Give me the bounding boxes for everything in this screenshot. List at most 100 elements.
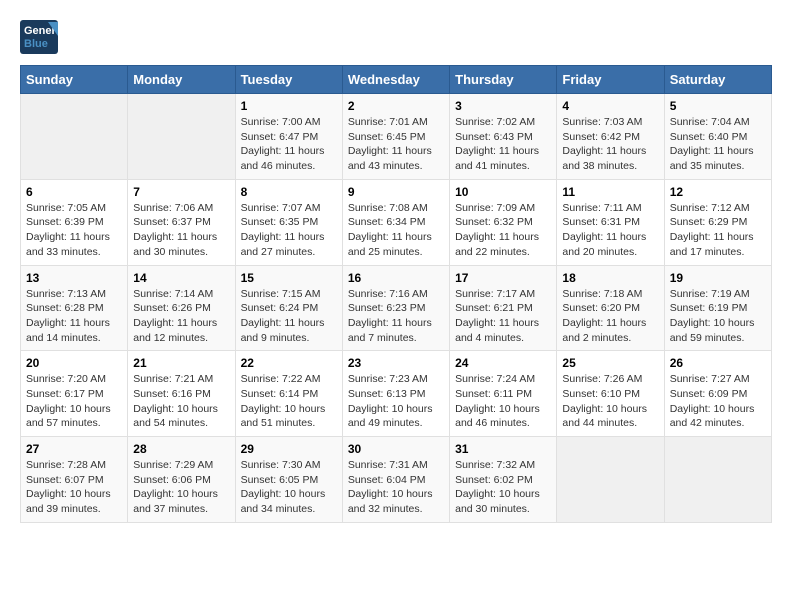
svg-text:Blue: Blue bbox=[24, 38, 48, 50]
day-info: Sunrise: 7:07 AMSunset: 6:35 PMDaylight:… bbox=[241, 201, 337, 260]
day-info: Sunrise: 7:27 AMSunset: 6:09 PMDaylight:… bbox=[670, 372, 766, 431]
day-number: 15 bbox=[241, 271, 337, 285]
day-cell: 1 Sunrise: 7:00 AMSunset: 6:47 PMDaylight… bbox=[235, 94, 342, 180]
day-cell: 2 Sunrise: 7:01 AMSunset: 6:45 PMDaylight… bbox=[342, 94, 449, 180]
column-header-tuesday: Tuesday bbox=[235, 66, 342, 94]
day-info: Sunrise: 7:30 AMSunset: 6:05 PMDaylight:… bbox=[241, 458, 337, 517]
day-number: 28 bbox=[133, 442, 229, 456]
day-number: 31 bbox=[455, 442, 551, 456]
column-header-thursday: Thursday bbox=[450, 66, 557, 94]
day-cell: 24Sunrise: 7:24 AMSunset: 6:11 PMDayligh… bbox=[450, 351, 557, 437]
day-number: 29 bbox=[241, 442, 337, 456]
day-info: Sunrise: 7:05 AMSunset: 6:39 PMDaylight:… bbox=[26, 201, 122, 260]
day-cell: 23 Sunrise: 7:23 AMSunset: 6:13 PMDayligh… bbox=[342, 351, 449, 437]
day-info: Sunrise: 7:28 AMSunset: 6:07 PMDaylight:… bbox=[26, 458, 122, 517]
day-info: Sunrise: 7:20 AMSunset: 6:17 PMDaylight:… bbox=[26, 372, 122, 431]
day-number: 13 bbox=[26, 271, 122, 285]
calendar-table: SundayMondayTuesdayWednesdayThursdayFrid… bbox=[20, 65, 772, 523]
day-info: Sunrise: 7:21 AMSunset: 6:16 PMDaylight:… bbox=[133, 372, 229, 431]
day-cell: 27 Sunrise: 7:28 AMSunset: 6:07 PMDayligh… bbox=[21, 437, 128, 523]
day-number: 25 bbox=[562, 356, 658, 370]
day-cell: 28 Sunrise: 7:29 AMSunset: 6:06 PMDayligh… bbox=[128, 437, 235, 523]
day-info: Sunrise: 7:04 AMSunset: 6:40 PMDaylight:… bbox=[670, 115, 766, 174]
day-info: Sunrise: 7:31 AMSunset: 6:04 PMDaylight:… bbox=[348, 458, 444, 517]
day-number: 26 bbox=[670, 356, 766, 370]
day-cell: 25 Sunrise: 7:26 AMSunset: 6:10 PMDayligh… bbox=[557, 351, 664, 437]
day-number: 9 bbox=[348, 185, 444, 199]
day-cell: 10 Sunrise: 7:09 AMSunset: 6:32 PMDayligh… bbox=[450, 179, 557, 265]
day-number: 6 bbox=[26, 185, 122, 199]
page-header: General Blue bbox=[20, 20, 772, 55]
day-number: 18 bbox=[562, 271, 658, 285]
day-number: 1 bbox=[241, 99, 337, 113]
day-cell: 20Sunrise: 7:20 AMSunset: 6:17 PMDayligh… bbox=[21, 351, 128, 437]
day-cell bbox=[557, 437, 664, 523]
day-cell: 14 Sunrise: 7:14 AMSunset: 6:26 PMDayligh… bbox=[128, 265, 235, 351]
day-cell: 31 Sunrise: 7:32 AMSunset: 6:02 PMDayligh… bbox=[450, 437, 557, 523]
day-info: Sunrise: 7:26 AMSunset: 6:10 PMDaylight:… bbox=[562, 372, 658, 431]
logo: General Blue bbox=[20, 20, 62, 55]
day-info: Sunrise: 7:06 AMSunset: 6:37 PMDaylight:… bbox=[133, 201, 229, 260]
day-info: Sunrise: 7:15 AMSunset: 6:24 PMDaylight:… bbox=[241, 287, 337, 346]
day-info: Sunrise: 7:29 AMSunset: 6:06 PMDaylight:… bbox=[133, 458, 229, 517]
day-cell: 6 Sunrise: 7:05 AMSunset: 6:39 PMDaylight… bbox=[21, 179, 128, 265]
day-cell: 17 Sunrise: 7:17 AMSunset: 6:21 PMDayligh… bbox=[450, 265, 557, 351]
day-info: Sunrise: 7:16 AMSunset: 6:23 PMDaylight:… bbox=[348, 287, 444, 346]
column-header-wednesday: Wednesday bbox=[342, 66, 449, 94]
day-info: Sunrise: 7:23 AMSunset: 6:13 PMDaylight:… bbox=[348, 372, 444, 431]
day-number: 19 bbox=[670, 271, 766, 285]
day-info: Sunrise: 7:12 AMSunset: 6:29 PMDaylight:… bbox=[670, 201, 766, 260]
column-header-saturday: Saturday bbox=[664, 66, 771, 94]
day-number: 17 bbox=[455, 271, 551, 285]
day-info: Sunrise: 7:08 AMSunset: 6:34 PMDaylight:… bbox=[348, 201, 444, 260]
day-cell: 5 Sunrise: 7:04 AMSunset: 6:40 PMDaylight… bbox=[664, 94, 771, 180]
day-cell bbox=[21, 94, 128, 180]
day-number: 3 bbox=[455, 99, 551, 113]
logo-icon: General Blue bbox=[20, 20, 60, 55]
day-number: 14 bbox=[133, 271, 229, 285]
day-info: Sunrise: 7:01 AMSunset: 6:45 PMDaylight:… bbox=[348, 115, 444, 174]
day-cell: 13 Sunrise: 7:13 AMSunset: 6:28 PMDayligh… bbox=[21, 265, 128, 351]
week-row-3: 13 Sunrise: 7:13 AMSunset: 6:28 PMDayligh… bbox=[21, 265, 772, 351]
day-info: Sunrise: 7:02 AMSunset: 6:43 PMDaylight:… bbox=[455, 115, 551, 174]
day-number: 2 bbox=[348, 99, 444, 113]
calendar-body: 1 Sunrise: 7:00 AMSunset: 6:47 PMDaylight… bbox=[21, 94, 772, 523]
day-number: 11 bbox=[562, 185, 658, 199]
day-number: 16 bbox=[348, 271, 444, 285]
day-number: 23 bbox=[348, 356, 444, 370]
day-number: 10 bbox=[455, 185, 551, 199]
day-info: Sunrise: 7:11 AMSunset: 6:31 PMDaylight:… bbox=[562, 201, 658, 260]
day-cell: 19 Sunrise: 7:19 AMSunset: 6:19 PMDayligh… bbox=[664, 265, 771, 351]
day-number: 30 bbox=[348, 442, 444, 456]
day-cell: 4Sunrise: 7:03 AMSunset: 6:42 PMDaylight… bbox=[557, 94, 664, 180]
week-row-1: 1 Sunrise: 7:00 AMSunset: 6:47 PMDaylight… bbox=[21, 94, 772, 180]
day-info: Sunrise: 7:19 AMSunset: 6:19 PMDaylight:… bbox=[670, 287, 766, 346]
day-cell: 22Sunrise: 7:22 AMSunset: 6:14 PMDayligh… bbox=[235, 351, 342, 437]
day-cell: 8Sunrise: 7:07 AMSunset: 6:35 PMDaylight… bbox=[235, 179, 342, 265]
day-info: Sunrise: 7:00 AMSunset: 6:47 PMDaylight:… bbox=[241, 115, 337, 174]
day-info: Sunrise: 7:18 AMSunset: 6:20 PMDaylight:… bbox=[562, 287, 658, 346]
day-number: 7 bbox=[133, 185, 229, 199]
day-cell: 15 Sunrise: 7:15 AMSunset: 6:24 PMDayligh… bbox=[235, 265, 342, 351]
day-info: Sunrise: 7:17 AMSunset: 6:21 PMDaylight:… bbox=[455, 287, 551, 346]
day-cell: 9 Sunrise: 7:08 AMSunset: 6:34 PMDaylight… bbox=[342, 179, 449, 265]
day-number: 4 bbox=[562, 99, 658, 113]
day-cell: 12 Sunrise: 7:12 AMSunset: 6:29 PMDayligh… bbox=[664, 179, 771, 265]
day-number: 22 bbox=[241, 356, 337, 370]
day-cell: 26 Sunrise: 7:27 AMSunset: 6:09 PMDayligh… bbox=[664, 351, 771, 437]
day-cell: 7 Sunrise: 7:06 AMSunset: 6:37 PMDaylight… bbox=[128, 179, 235, 265]
day-info: Sunrise: 7:13 AMSunset: 6:28 PMDaylight:… bbox=[26, 287, 122, 346]
column-header-friday: Friday bbox=[557, 66, 664, 94]
header-row: SundayMondayTuesdayWednesdayThursdayFrid… bbox=[21, 66, 772, 94]
day-info: Sunrise: 7:32 AMSunset: 6:02 PMDaylight:… bbox=[455, 458, 551, 517]
day-number: 5 bbox=[670, 99, 766, 113]
day-number: 27 bbox=[26, 442, 122, 456]
week-row-2: 6 Sunrise: 7:05 AMSunset: 6:39 PMDaylight… bbox=[21, 179, 772, 265]
day-cell: 30 Sunrise: 7:31 AMSunset: 6:04 PMDayligh… bbox=[342, 437, 449, 523]
day-number: 12 bbox=[670, 185, 766, 199]
day-number: 24 bbox=[455, 356, 551, 370]
day-cell bbox=[128, 94, 235, 180]
day-info: Sunrise: 7:14 AMSunset: 6:26 PMDaylight:… bbox=[133, 287, 229, 346]
day-info: Sunrise: 7:09 AMSunset: 6:32 PMDaylight:… bbox=[455, 201, 551, 260]
day-cell: 29 Sunrise: 7:30 AMSunset: 6:05 PMDayligh… bbox=[235, 437, 342, 523]
